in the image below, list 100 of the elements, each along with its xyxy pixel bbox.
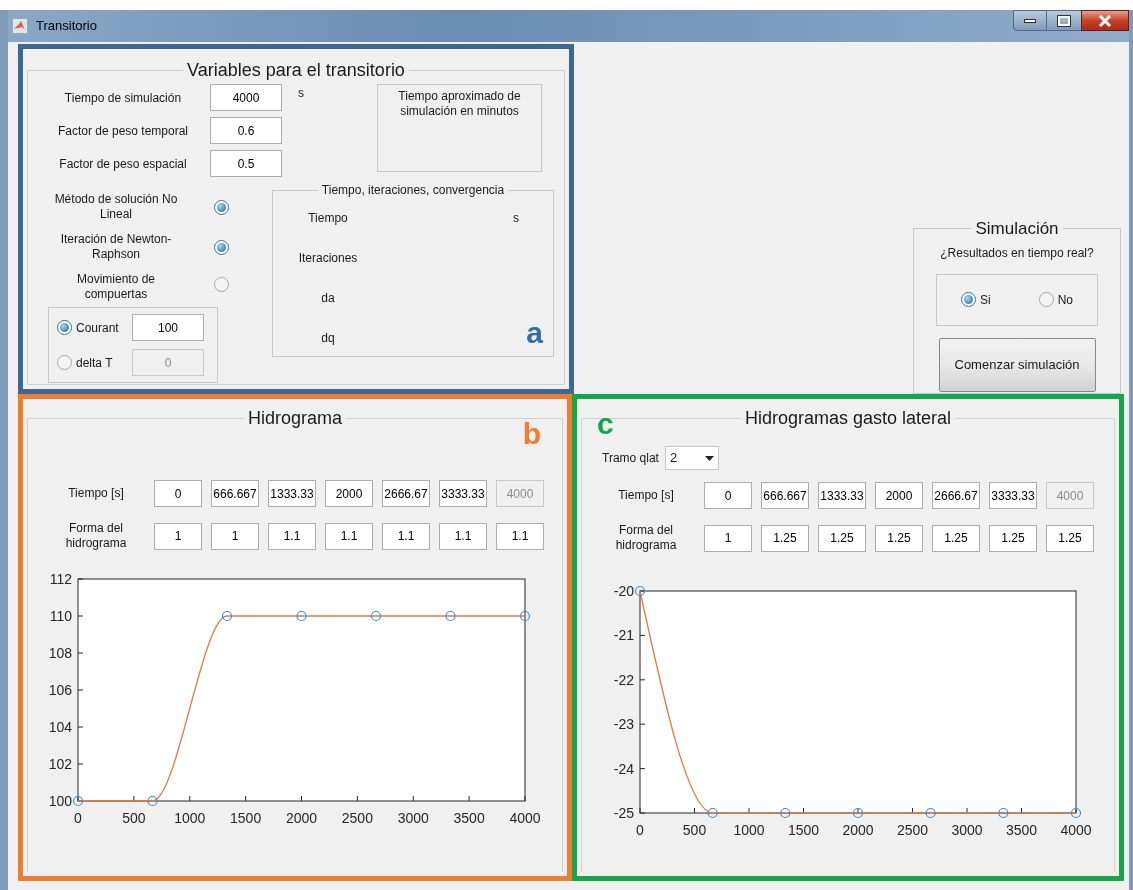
question-text: ¿Resultados en tiempo real? (940, 244, 1094, 262)
data-point (925, 807, 936, 819)
minimize-button[interactable] (1013, 10, 1047, 31)
table-cell-field[interactable]: 2000 (875, 482, 923, 509)
option-label: Iteración de Newton-Raphson (59, 232, 173, 262)
maximize-icon (1058, 15, 1070, 26)
approx-time-text: Tiempo aproximado de simulación en minutos (397, 89, 522, 119)
input-field[interactable]: 100 (132, 314, 204, 341)
data-point (1070, 807, 1082, 819)
x-tick-label: 3000 (951, 822, 983, 838)
x-tick-label: 4000 (509, 810, 541, 826)
table-cell-field[interactable]: 0 (704, 482, 752, 509)
table-cell-field[interactable]: 2000 (325, 480, 373, 507)
data-point (370, 610, 382, 622)
radio-button[interactable] (214, 277, 229, 292)
table-cell-field[interactable]: 1.25 (818, 524, 866, 552)
data-point (852, 807, 864, 819)
close-icon (1098, 14, 1112, 27)
y-tick-label: -23 (613, 716, 634, 733)
input-field[interactable]: 0.5 (210, 150, 282, 177)
x-tick-label: 3500 (1005, 822, 1038, 838)
x-tick-label: 2000 (285, 810, 318, 826)
y-tick-label: -21 (613, 627, 634, 644)
x-tick-label: 1000 (174, 810, 206, 826)
table-cell-field[interactable]: 1333.33 (268, 480, 316, 507)
table-cell-field[interactable]: 666.667 (761, 482, 809, 509)
table-cell-field[interactable]: 1.1 (325, 522, 373, 550)
option-label: Método de solución No Lineal (53, 192, 179, 222)
table-cell-field[interactable]: 3333.33 (989, 482, 1037, 509)
annotation-letter: b (522, 417, 541, 450)
data-point (445, 610, 456, 622)
x-tick-label: 3000 (397, 810, 429, 826)
start-simulation-button[interactable]: Comenzar simulación (938, 337, 1096, 392)
unit-label: s (298, 85, 305, 102)
table-cell-field[interactable]: 1.1 (382, 522, 430, 550)
maximize-button[interactable] (1047, 10, 1081, 31)
time-label: Tiempo [s] (617, 488, 675, 503)
option-label: Si (980, 291, 991, 309)
x-tick-label: 500 (122, 810, 146, 826)
shape-label: Forma del hidrograma (64, 521, 128, 551)
radio-button[interactable] (961, 292, 976, 307)
radio-button[interactable] (214, 240, 229, 255)
x-tick-label: 4000 (1060, 822, 1092, 838)
table-cell-field[interactable]: 1.25 (761, 524, 809, 552)
table-cell-field[interactable]: 666.667 (211, 480, 259, 507)
shape-label: Forma del hidrograma (614, 523, 678, 553)
convergence-label: da (320, 290, 336, 307)
table-cell-field[interactable]: 2666.67 (932, 482, 980, 509)
table-cell-field[interactable]: 1333.33 (818, 482, 866, 509)
option-label: Movimiento de compuertas (75, 272, 156, 302)
data-point (221, 610, 233, 622)
x-tick-label: 1500 (787, 822, 820, 838)
data-point (72, 795, 84, 807)
option-label: No (1057, 291, 1073, 309)
table-cell-field[interactable]: 1 (154, 522, 202, 550)
radio-button[interactable] (57, 320, 72, 335)
table-cell-field[interactable]: 1.1 (439, 522, 487, 550)
x-tick-label: 0 (74, 810, 82, 826)
dropdown-arrow-icon (704, 455, 714, 461)
annotation-letter: a (526, 316, 543, 349)
radio-button[interactable] (1038, 292, 1054, 307)
table-cell-field[interactable]: 1.1 (496, 522, 544, 550)
hydrograph-title: Hidrograma (246, 407, 343, 430)
simulation-title: Simulación (974, 218, 1060, 240)
table-cell-field[interactable]: 1.25 (875, 524, 923, 552)
x-tick-label: 3500 (453, 810, 485, 826)
y-tick-label: -25 (613, 805, 634, 821)
annotation-letter: c (597, 407, 614, 440)
data-point (998, 807, 1009, 819)
input-field[interactable]: 0.6 (210, 117, 282, 144)
input-field[interactable]: 4000 (210, 84, 282, 111)
step-label: delta T (76, 354, 114, 372)
section-label: Tramo qlat (602, 450, 659, 467)
variables-title: Variables para el transitorio (186, 59, 406, 82)
table-cell-field[interactable]: 1.25 (932, 524, 980, 552)
table-cell-field[interactable]: 3333.33 (439, 480, 487, 507)
field-label: Tiempo de simulación (63, 89, 183, 107)
x-tick-label: 1000 (733, 822, 765, 838)
close-button[interactable] (1081, 10, 1129, 31)
app-logo-icon (12, 18, 28, 34)
table-cell-field[interactable]: 0 (154, 480, 202, 507)
data-point (147, 795, 158, 807)
x-tick-label: 500 (682, 822, 707, 838)
y-tick-label: 108 (48, 645, 72, 661)
table-cell-field[interactable]: 1.25 (989, 524, 1037, 552)
radio-button[interactable] (214, 200, 229, 215)
data-point (707, 807, 718, 819)
convergence-label: Iteraciones (297, 250, 359, 267)
field-label: Factor de peso temporal (56, 122, 190, 140)
table-cell-field[interactable]: 1.1 (268, 522, 316, 550)
convergence-title: Tiempo, iteraciones, convergencia (320, 182, 506, 199)
table-cell-field[interactable]: 1.25 (1046, 524, 1094, 552)
table-cell-field[interactable]: 2666.67 (382, 480, 430, 507)
y-tick-label: -24 (613, 760, 634, 777)
section-dropdown[interactable]: 2 (664, 446, 719, 470)
y-tick-label: 102 (48, 756, 72, 772)
x-tick-label: 1500 (230, 810, 262, 826)
table-cell-field[interactable]: 1 (211, 522, 259, 550)
table-cell-field[interactable]: 1 (704, 524, 752, 552)
data-point (296, 610, 307, 622)
